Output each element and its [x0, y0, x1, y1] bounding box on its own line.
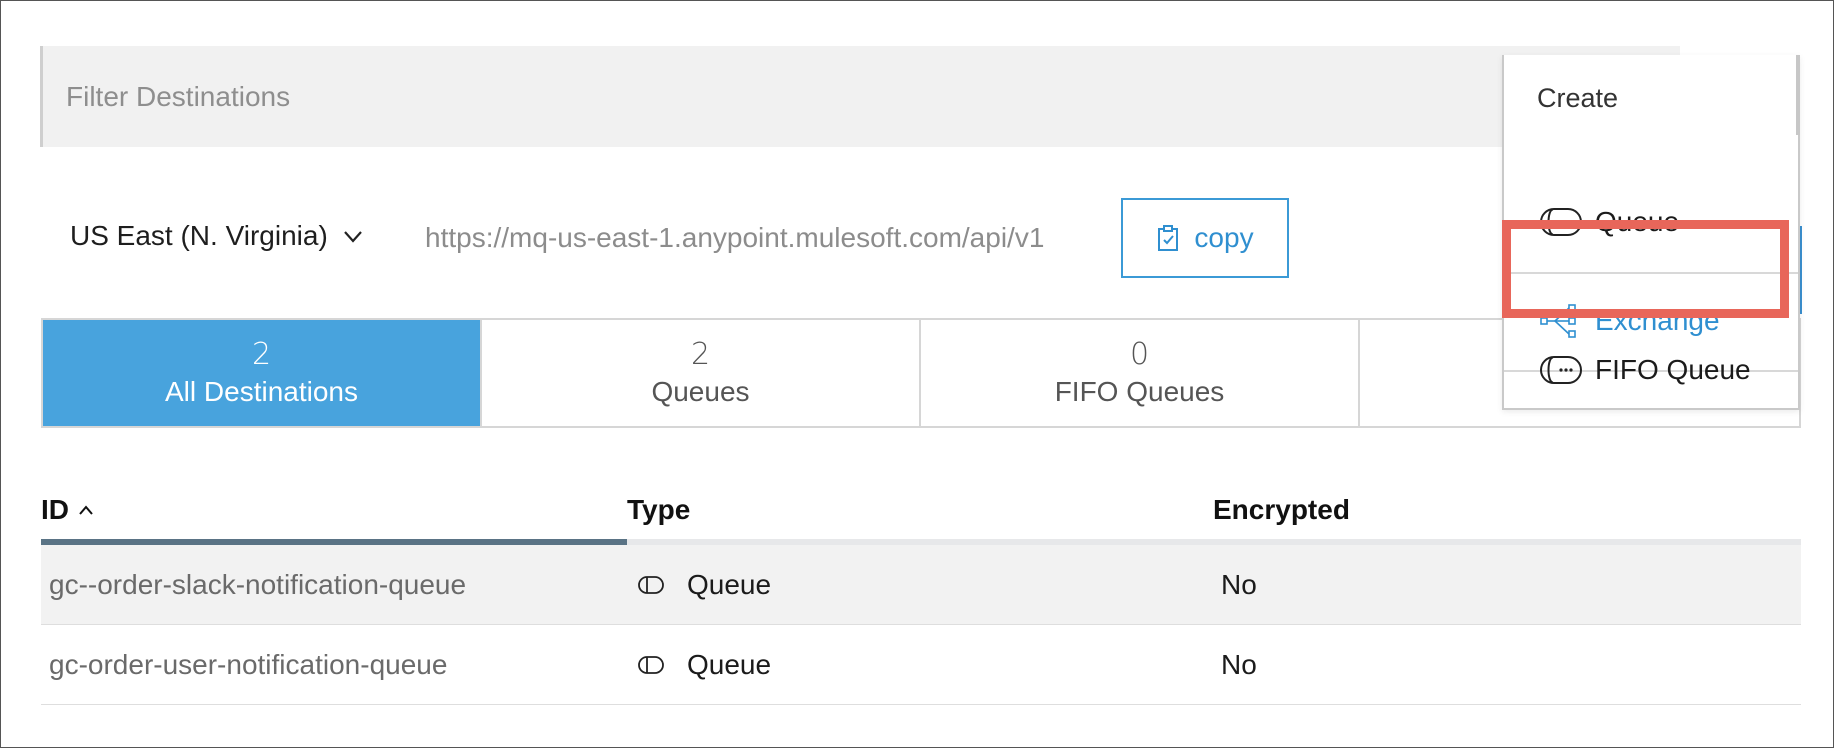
sort-indicator	[41, 539, 627, 545]
cell-encrypted: No	[1221, 648, 1257, 680]
column-header-label: Type	[627, 493, 691, 525]
column-header-type[interactable]: Type	[627, 494, 1213, 526]
cell-type: Queue	[627, 649, 1213, 681]
menu-item-label: Queue	[1595, 206, 1680, 237]
cell-id[interactable]: gc-order-user-notification-queue	[41, 649, 627, 681]
column-header-label: Encrypted	[1213, 493, 1350, 525]
queue-icon	[638, 575, 664, 594]
tab-count: 2	[251, 337, 272, 372]
queue-icon	[638, 655, 664, 674]
dropdown-scrollbar[interactable]	[1796, 55, 1800, 135]
endpoint-url: https://mq-us-east-1.anypoint.mulesoft.c…	[425, 222, 1045, 253]
table-row[interactable]: gc-order-user-notification-queue Queue N…	[41, 625, 1801, 705]
tab-queues[interactable]: 2 Queues	[482, 320, 921, 426]
cell-type: Queue	[627, 569, 1213, 601]
column-header-id[interactable]: ID	[41, 494, 627, 526]
column-header-label: ID	[41, 493, 69, 525]
chevron-down-icon	[343, 231, 362, 243]
tab-label: FIFO Queues	[1054, 376, 1225, 407]
chevron-up-icon	[79, 504, 93, 515]
fifo-queue-icon	[1540, 356, 1582, 384]
tab-count: 0	[1129, 337, 1150, 372]
clipboard-icon	[1158, 225, 1179, 251]
tab-count: 2	[690, 337, 711, 372]
column-header-encrypted[interactable]: Encrypted	[1213, 494, 1350, 526]
tab-fifo-queues[interactable]: 0 FIFO Queues	[921, 320, 1360, 426]
dropdown-title: Create	[1537, 83, 1619, 113]
cell-id[interactable]: gc--order-slack-notification-queue	[41, 569, 627, 601]
tab-label: All Destinations	[165, 376, 358, 407]
region-selector[interactable]: US East (N. Virginia)	[70, 220, 364, 252]
region-label: US East (N. Virginia)	[70, 220, 328, 251]
table-row[interactable]: gc--order-slack-notification-queue Queue…	[41, 545, 1801, 625]
type-label: Queue	[687, 568, 772, 600]
copy-button[interactable]: copy	[1121, 198, 1289, 278]
filter-bar	[40, 46, 1680, 147]
copy-label: copy	[1194, 222, 1254, 253]
create-dropdown-menu: Create Queue Exchange FIFO Queue	[1502, 55, 1800, 410]
menu-item-label: FIFO Queue	[1595, 354, 1751, 385]
menu-item-queue[interactable]: Queue	[1504, 182, 1798, 262]
table-header: ID Type Encrypted	[41, 480, 1801, 545]
type-label: Queue	[687, 648, 772, 680]
tab-all-destinations[interactable]: 2 All Destinations	[43, 320, 482, 426]
cell-encrypted: No	[1221, 568, 1257, 600]
destinations-table: ID Type Encrypted gc--order-slack-notifi…	[41, 480, 1801, 705]
menu-item-fifo-queue[interactable]: FIFO Queue	[1504, 330, 1798, 410]
tab-label: Queues	[651, 376, 750, 407]
filter-destinations-input[interactable]	[66, 80, 1680, 113]
queue-icon	[1540, 208, 1582, 236]
